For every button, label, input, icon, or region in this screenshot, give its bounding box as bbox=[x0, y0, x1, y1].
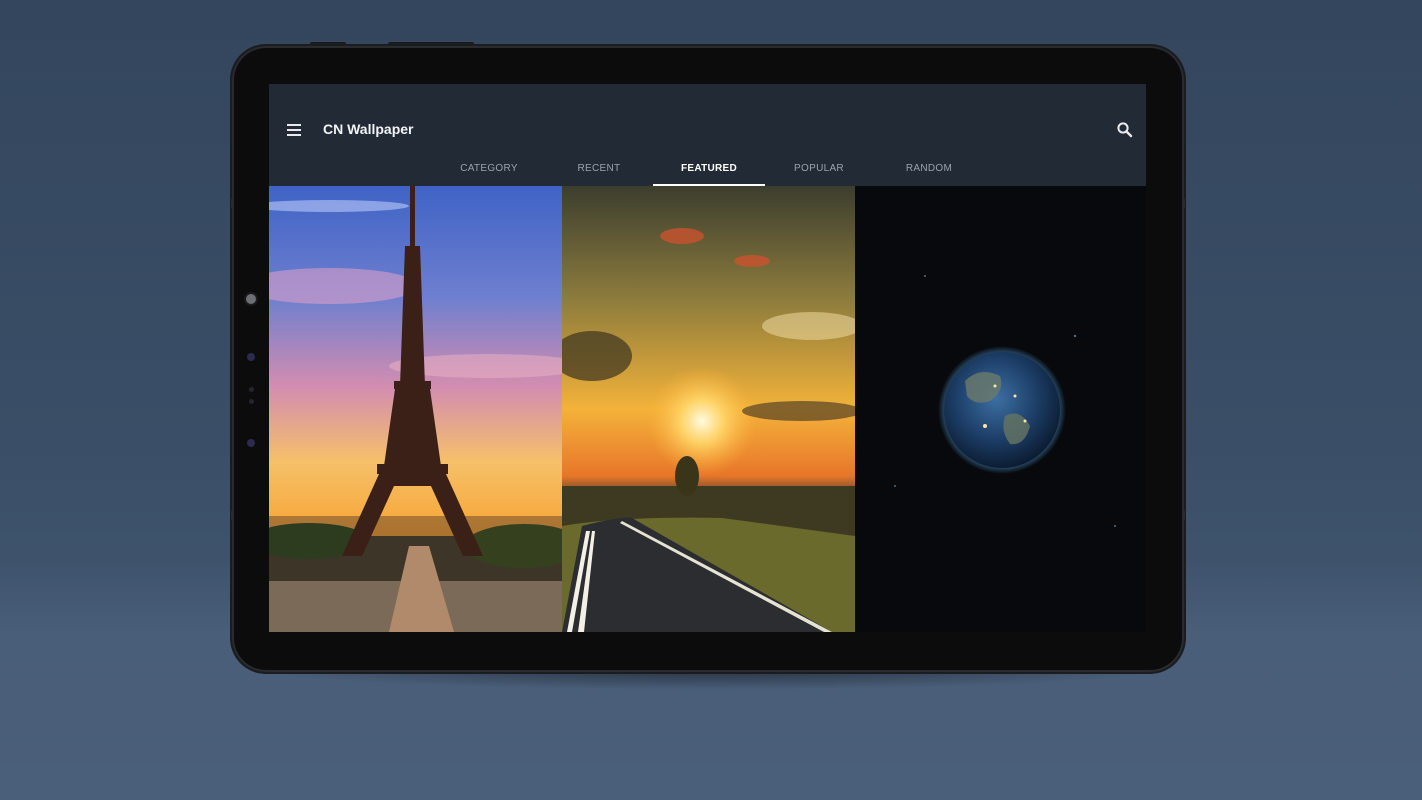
sensor bbox=[247, 439, 255, 447]
side-key bbox=[231, 198, 234, 208]
app-title: CN Wallpaper bbox=[323, 121, 414, 137]
tab-recent[interactable]: RECENT bbox=[543, 156, 655, 186]
hamburger-menu-icon[interactable] bbox=[287, 124, 301, 136]
wallpaper-tile-earth[interactable] bbox=[855, 186, 1146, 632]
tab-category[interactable]: CATEGORY bbox=[433, 156, 545, 186]
sensor bbox=[247, 353, 255, 361]
tab-bar: CATEGORY RECENT FEATURED POPULAR RANDOM bbox=[269, 156, 1146, 186]
tab-popular[interactable]: POPULAR bbox=[763, 156, 875, 186]
wallpaper-tile-eiffel-tower[interactable] bbox=[269, 186, 562, 632]
search-icon[interactable] bbox=[1116, 121, 1134, 139]
tab-featured[interactable]: FEATURED bbox=[653, 156, 765, 186]
side-key bbox=[1182, 198, 1185, 208]
sensor-dot bbox=[249, 387, 254, 392]
app-screen: CN Wallpaper CATEGORY RECENT FEATURED PO… bbox=[269, 84, 1146, 632]
side-key bbox=[1182, 510, 1185, 520]
tab-random[interactable]: RANDOM bbox=[873, 156, 985, 186]
wallpaper-grid bbox=[269, 186, 1146, 632]
wallpaper-tile-road-sunset[interactable] bbox=[562, 186, 855, 632]
sensor-dot bbox=[249, 399, 254, 404]
front-camera bbox=[246, 294, 256, 304]
app-bar: CN Wallpaper CATEGORY RECENT FEATURED PO… bbox=[269, 84, 1146, 186]
side-key bbox=[231, 510, 234, 520]
